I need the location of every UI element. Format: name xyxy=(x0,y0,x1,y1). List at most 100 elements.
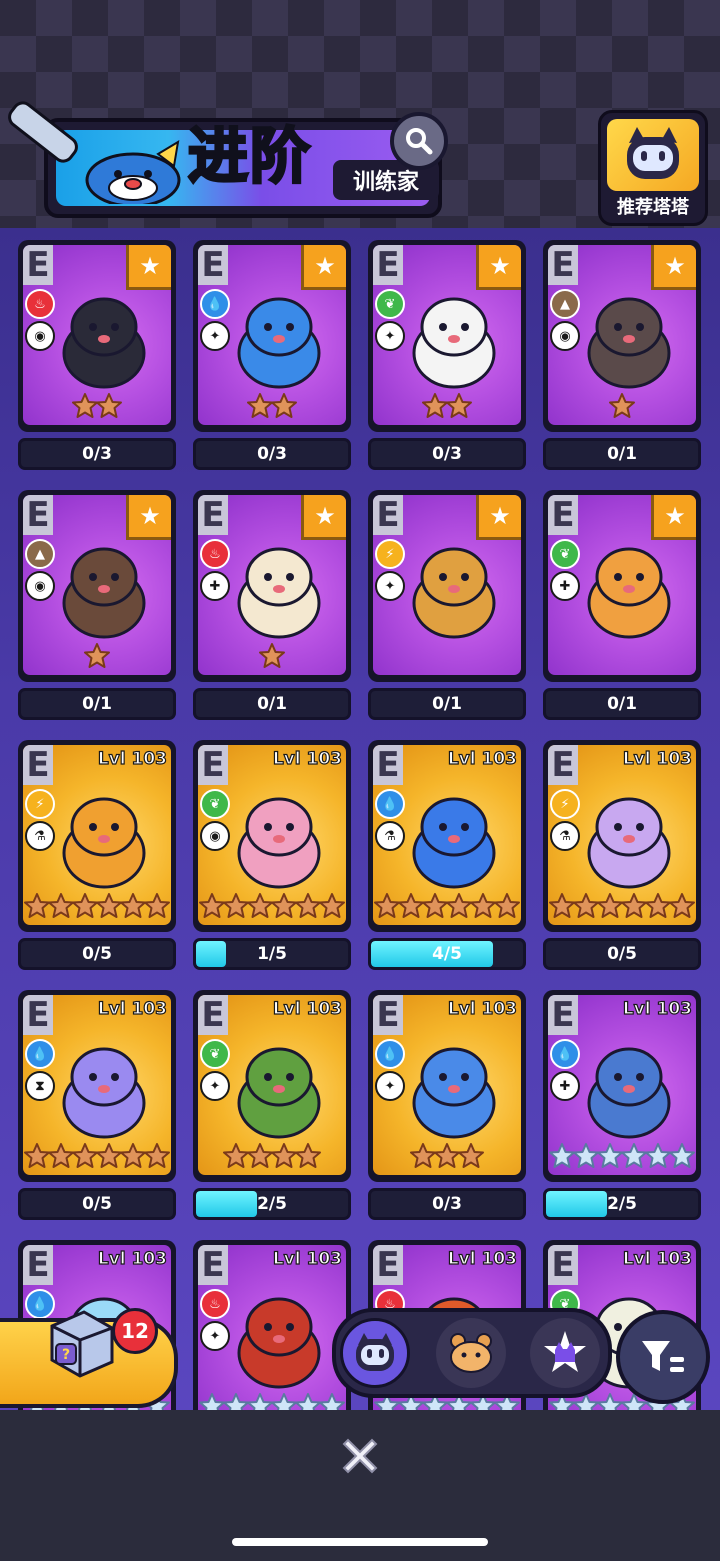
progress-label: 0/1 xyxy=(607,694,637,714)
star-icon xyxy=(422,893,448,918)
creature-card[interactable]: E ★ ♨ ◉ 0/3 xyxy=(18,240,176,472)
star-icon xyxy=(199,1393,225,1410)
star-icon xyxy=(84,643,110,668)
star-icon xyxy=(295,1143,321,1168)
creature-card[interactable]: E ★ ❦ ✦ 0/3 xyxy=(368,240,526,472)
star-icon xyxy=(295,893,321,918)
progress-label: 0/1 xyxy=(82,694,112,714)
star-rating xyxy=(548,387,696,425)
progress-label: 1/5 xyxy=(257,944,287,964)
card-frame: E ★ ⚡ ✦ xyxy=(368,490,526,682)
page-title: 进阶 xyxy=(187,121,312,194)
star-rating xyxy=(373,887,521,925)
creature-portrait xyxy=(237,1047,321,1139)
creature-card[interactable]: E Lvl 103 ⚡ ⚗ 0/5 xyxy=(18,740,176,972)
star-icon xyxy=(621,1143,647,1168)
search-icon xyxy=(406,128,433,155)
progress-bar: 1/5 xyxy=(193,938,351,970)
close-icon xyxy=(342,1438,378,1474)
card-face: E Lvl 103 💧 ⚗ xyxy=(373,745,521,925)
star-icon xyxy=(247,1143,273,1168)
rarity-label: E xyxy=(548,995,578,1035)
creature-card[interactable]: E Lvl 103 ⚡ ⚗ 0/5 xyxy=(543,740,701,972)
card-frame: E Lvl 103 ⚡ ⚗ xyxy=(543,740,701,932)
star-badge-icon: ★ xyxy=(476,245,521,290)
card-frame: E Lvl 103 💧 ⚗ xyxy=(368,740,526,932)
star-icon xyxy=(446,893,472,918)
creature-portrait xyxy=(587,1047,671,1139)
creature-card[interactable]: E ★ ▲ ◉ 0/1 xyxy=(18,490,176,722)
recommend-label: 推荐塔塔 xyxy=(617,197,689,218)
progress-label: 0/1 xyxy=(432,694,462,714)
card-frame: E Lvl 103 💧 ✦ xyxy=(368,990,526,1182)
card-frame: E ★ ▲ ◉ xyxy=(543,240,701,432)
creature-card[interactable]: E ★ ▲ ◉ 0/1 xyxy=(543,240,701,472)
chest-button[interactable]: ? 12 xyxy=(0,1308,178,1408)
rarity-label: E xyxy=(373,1245,403,1285)
sort-filter-button[interactable] xyxy=(616,1310,710,1404)
card-face: E ★ ♨ ◉ xyxy=(23,245,171,425)
title-banner: 进阶 训练家 xyxy=(3,96,442,218)
rarity-label: E xyxy=(373,745,403,785)
search-button[interactable] xyxy=(390,112,448,170)
rarity-label: E xyxy=(198,495,228,535)
card-frame: E ★ ❦ ✦ xyxy=(368,240,526,432)
filter-star-button[interactable] xyxy=(530,1318,600,1388)
creature-card[interactable]: E Lvl 103 ♨ ✦ xyxy=(193,1240,351,1410)
star-icon xyxy=(295,1393,321,1410)
creature-card[interactable]: E Lvl 103 ❦ ✦ 2/5 xyxy=(193,990,351,1222)
star-icon xyxy=(48,1143,74,1168)
star-icon xyxy=(549,893,575,918)
progress-bar: 2/5 xyxy=(543,1188,701,1220)
star-icon xyxy=(199,893,225,918)
creature-card[interactable]: E Lvl 103 ❦ ◉ 1/5 xyxy=(193,740,351,972)
card-frame: E Lvl 103 ❦ ◉ xyxy=(193,740,351,932)
creature-card[interactable]: E ★ ♨ ✚ 0/1 xyxy=(193,490,351,722)
star-icon xyxy=(573,893,599,918)
filter-hamster-button[interactable] xyxy=(436,1318,506,1388)
progress-label: 0/3 xyxy=(82,444,112,464)
creature-portrait xyxy=(62,547,146,639)
filter-cat-button[interactable] xyxy=(340,1318,410,1388)
star-icon xyxy=(410,1143,436,1168)
creature-card[interactable]: E Lvl 103 💧 ✚ 2/5 xyxy=(543,990,701,1222)
star-icon xyxy=(96,893,122,918)
creature-card[interactable]: E ★ ❦ ✚ 0/1 xyxy=(543,490,701,722)
star-icon xyxy=(96,1143,122,1168)
card-face: E Lvl 103 ❦ ✦ xyxy=(198,995,346,1175)
creature-card[interactable]: E Lvl 103 💧 ✦ 0/3 xyxy=(368,990,526,1222)
star-rating xyxy=(373,1137,521,1175)
progress-bar: 4/5 xyxy=(368,938,526,970)
star-icon xyxy=(271,1143,297,1168)
creature-card[interactable]: E ★ ⚡ ✦ 0/1 xyxy=(368,490,526,722)
creature-card[interactable]: E Lvl 103 💧 ⚗ 4/5 xyxy=(368,740,526,972)
star-icon xyxy=(319,893,345,918)
star-badge-icon: ★ xyxy=(301,245,346,290)
dog-mascot-icon xyxy=(85,140,181,204)
close-button[interactable] xyxy=(336,1432,384,1480)
creature-portrait xyxy=(237,1297,321,1389)
card-frame: E Lvl 103 💧 ✚ xyxy=(543,990,701,1182)
card-grid: E ★ ♨ ◉ 0/3 E ★ 💧 ✦ 0/3 E ★ ❦ ✦ 0/3 E ★ ▲ ◉ 0/1 E ★ ▲ ◉ 0/1 E ★ ♨ ✚ 0… xyxy=(18,240,706,1410)
card-frame: E ★ ▲ ◉ xyxy=(18,490,176,682)
progress-label: 0/5 xyxy=(82,944,112,964)
star-badge-icon: ★ xyxy=(126,495,171,540)
creature-portrait xyxy=(587,297,671,389)
progress-bar: 2/5 xyxy=(193,1188,351,1220)
cat-filter-icon xyxy=(356,1333,394,1371)
rarity-label: E xyxy=(23,245,53,285)
creature-card[interactable]: E ★ 💧 ✦ 0/3 xyxy=(193,240,351,472)
star-rating xyxy=(23,887,171,925)
creature-portrait xyxy=(412,1047,496,1139)
creature-card[interactable]: E Lvl 103 💧 ⧗ 0/5 xyxy=(18,990,176,1222)
recommend-button[interactable]: 推荐塔塔 xyxy=(598,110,708,226)
progress-bar: 0/5 xyxy=(543,938,701,970)
star-icon xyxy=(271,1393,297,1410)
progress-label: 0/3 xyxy=(432,1194,462,1214)
star-badge-icon: ★ xyxy=(126,245,171,290)
star-icon xyxy=(597,1393,623,1410)
card-frame: E Lvl 103 💧 ⧗ xyxy=(18,990,176,1182)
star-icon xyxy=(48,893,74,918)
level-label: Lvl 103 xyxy=(272,998,342,1019)
card-frame: E ★ ♨ ◉ xyxy=(18,240,176,432)
